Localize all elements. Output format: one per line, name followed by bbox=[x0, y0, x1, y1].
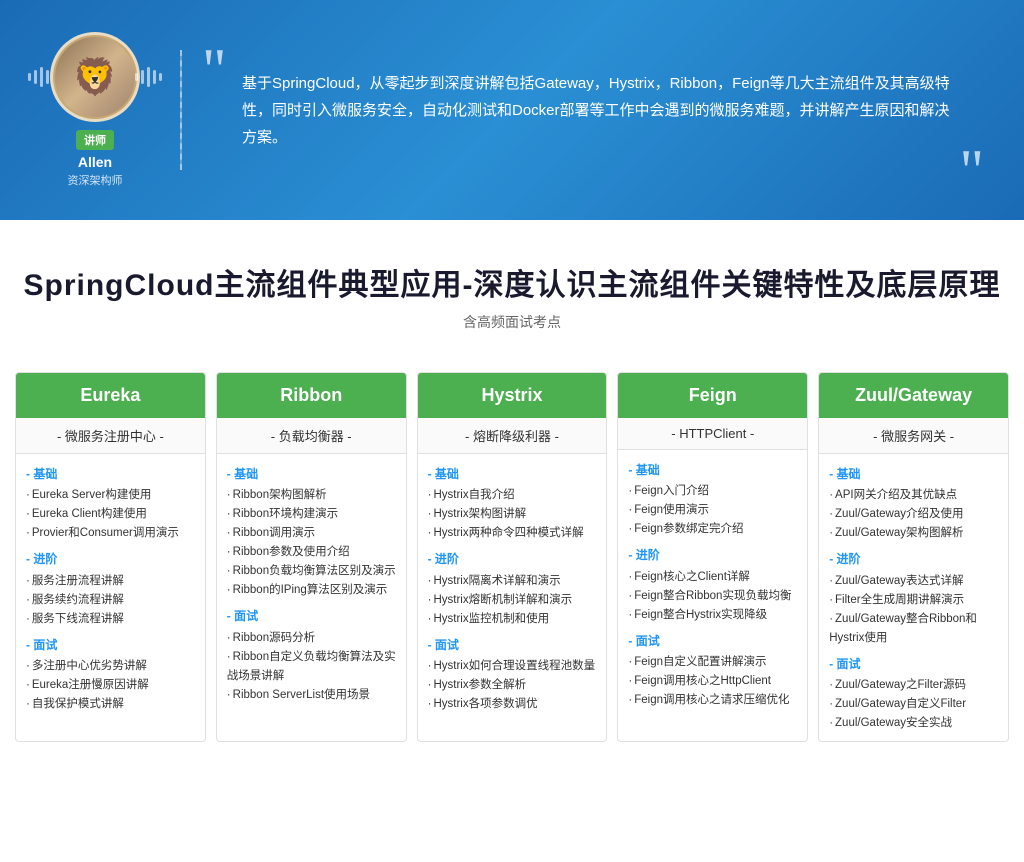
card-header-zuul/gateway: Zuul/Gateway bbox=[819, 373, 1008, 418]
section-label: - 基础 bbox=[428, 464, 597, 484]
section-label: - 基础 bbox=[26, 464, 195, 484]
component-card-hystrix: Hystrix- 熔断降级利器 - - 基础 Hystrix自我介绍Hystrix架… bbox=[417, 372, 608, 742]
section-label: - 基础 bbox=[227, 464, 396, 484]
list-item: Eureka注册慢原因讲解 bbox=[26, 676, 195, 695]
section-label: - 进阶 bbox=[628, 545, 797, 565]
list-item: Hystrix各项参数调优 bbox=[428, 695, 597, 714]
list-item: Feign使用演示 bbox=[628, 501, 797, 520]
section-label: - 面试 bbox=[26, 635, 195, 655]
card-header-hystrix: Hystrix bbox=[418, 373, 607, 418]
avatar-image: 🦁 bbox=[55, 37, 135, 117]
list-item: Ribbon ServerList使用场景 bbox=[227, 686, 396, 705]
component-card-feign: Feign- HTTPClient - - 基础 Feign入门介绍Feign使用演… bbox=[617, 372, 808, 742]
section-label: - 进阶 bbox=[428, 549, 597, 569]
list-item: 多注册中心优劣势讲解 bbox=[26, 657, 195, 676]
section-label: - 进阶 bbox=[26, 549, 195, 569]
list-item: Zuul/Gateway架构图解析 bbox=[829, 524, 998, 543]
quote-section: " 基于SpringCloud，从零起步到深度讲解包括Gateway，Hystr… bbox=[212, 50, 984, 171]
quote-open-icon: " bbox=[202, 40, 227, 100]
list-item: Zuul/Gateway介绍及使用 bbox=[829, 505, 998, 524]
list-item: API网关介绍及其优缺点 bbox=[829, 486, 998, 505]
list-item: Feign核心之Client详解 bbox=[628, 568, 797, 587]
divider bbox=[180, 50, 182, 170]
list-item: 服务下线流程讲解 bbox=[26, 610, 195, 629]
list-item: Ribbon源码分析 bbox=[227, 629, 396, 648]
list-item: Hystrix架构图讲解 bbox=[428, 505, 597, 524]
course-title-section: SpringCloud主流组件典型应用-深度认识主流组件关键特性及底层原理 含高… bbox=[0, 220, 1024, 352]
card-body: - 基础 Hystrix自我介绍Hystrix架构图讲解Hystrix两种命令四种… bbox=[418, 454, 607, 741]
list-item: Hystrix自我介绍 bbox=[428, 486, 597, 505]
hero-section: 🦁 讲师 Allen 资深架构师 " 基于SpringCloud，从零起步到深度… bbox=[0, 0, 1024, 220]
card-body: - 基础 Feign入门介绍Feign使用演示Feign参数绑定完介绍 - 进阶 Fe… bbox=[618, 450, 807, 741]
list-item: Zuul/Gateway自定义Filter bbox=[829, 695, 998, 714]
card-header-feign: Feign bbox=[618, 373, 807, 418]
list-item: Feign整合Ribbon实现负载均衡 bbox=[628, 587, 797, 606]
section-label: - 面试 bbox=[829, 654, 998, 674]
section-label: - 面试 bbox=[428, 635, 597, 655]
list-item: Provier和Consumer调用演示 bbox=[26, 524, 195, 543]
list-item: Zuul/Gateway安全实战 bbox=[829, 714, 998, 733]
card-subtitle: - 熔断降级利器 - bbox=[418, 418, 607, 454]
course-main-title: SpringCloud主流组件典型应用-深度认识主流组件关键特性及底层原理 bbox=[20, 260, 1004, 304]
card-body: - 基础API网关介绍及其优缺点Zuul/Gateway介绍及使用Zuul/Ga… bbox=[819, 454, 1008, 741]
list-item: 服务续约流程讲解 bbox=[26, 591, 195, 610]
component-card-zuul/gateway: Zuul/Gateway- 微服务网关 -- 基础API网关介绍及其优缺点Zuu… bbox=[818, 372, 1009, 742]
instructor-title: 资深架构师 bbox=[68, 172, 123, 188]
list-item: Feign整合Hystrix实现降级 bbox=[628, 606, 797, 625]
list-item: Ribbon架构图解析 bbox=[227, 486, 396, 505]
list-item: Ribbon调用演示 bbox=[227, 524, 396, 543]
list-item: Ribbon自定义负载均衡算法及实战场景讲解 bbox=[227, 648, 396, 686]
card-header-ribbon: Ribbon bbox=[217, 373, 406, 418]
components-grid: Eureka- 微服务注册中心 -- 基础Eureka Server构建使用Eu… bbox=[0, 352, 1024, 772]
quote-text: 基于SpringCloud，从零起步到深度讲解包括Gateway，Hystrix… bbox=[212, 50, 984, 171]
card-body: - 基础Ribbon架构图解析Ribbon环境构建演示Ribbon调用演示Rib… bbox=[217, 454, 406, 741]
list-item: Ribbon的IPing算法区别及演示 bbox=[227, 581, 396, 600]
sound-wave-right-icon bbox=[135, 67, 162, 87]
list-item: 自我保护模式讲解 bbox=[26, 695, 195, 714]
list-item: Filter全生成周期讲解演示 bbox=[829, 591, 998, 610]
list-item: Hystrix隔离术详解和演示 bbox=[428, 572, 597, 591]
list-item: Ribbon负载均衡算法区别及演示 bbox=[227, 562, 396, 581]
list-item: Ribbon参数及使用介绍 bbox=[227, 543, 396, 562]
list-item: Feign调用核心之HttpClient bbox=[628, 672, 797, 691]
instructor-badge: 讲师 bbox=[76, 130, 114, 150]
instructor-card: 🦁 讲师 Allen 资深架构师 bbox=[40, 32, 150, 188]
list-item: Feign参数绑定完介绍 bbox=[628, 520, 797, 539]
list-item: Hystrix参数全解析 bbox=[428, 676, 597, 695]
quote-close-icon: " bbox=[960, 141, 985, 201]
list-item: Feign调用核心之请求压缩优化 bbox=[628, 691, 797, 710]
list-item: Eureka Client构建使用 bbox=[26, 505, 195, 524]
component-card-ribbon: Ribbon- 负载均衡器 - - 基础 Ribbon架构图解析Ribbon环境构建… bbox=[216, 372, 407, 742]
list-item: Eureka Server构建使用 bbox=[26, 486, 195, 505]
card-subtitle: - 负载均衡器 - bbox=[217, 418, 406, 454]
card-body: - 基础 Eureka Server构建使用Eureka Client构建使用Pr… bbox=[16, 454, 205, 741]
list-item: 服务注册流程讲解 bbox=[26, 572, 195, 591]
section-label: - 进阶 bbox=[829, 549, 998, 569]
list-item: Zuul/Gateway整合Ribbon和Hystrix使用 bbox=[829, 610, 998, 648]
list-item: Zuul/Gateway表达式详解 bbox=[829, 572, 998, 591]
section-label: - 基础 bbox=[829, 464, 998, 484]
section-label: - 面试 bbox=[628, 631, 797, 651]
component-card-eureka: Eureka- 微服务注册中心 -- 基础Eureka Server构建使用Eu… bbox=[15, 372, 206, 742]
list-item: Hystrix两种命令四种模式详解 bbox=[428, 524, 597, 543]
card-header-eureka: Eureka bbox=[16, 373, 205, 418]
list-item: Hystrix如何合理设置线程池数量 bbox=[428, 657, 597, 676]
card-subtitle: - 微服务网关 - bbox=[819, 418, 1008, 454]
section-label: - 面试 bbox=[227, 606, 396, 626]
card-subtitle: - HTTPClient - bbox=[618, 418, 807, 450]
list-item: Ribbon环境构建演示 bbox=[227, 505, 396, 524]
section-label: - 基础 bbox=[628, 460, 797, 480]
list-item: Hystrix监控机制和使用 bbox=[428, 610, 597, 629]
course-sub-title: 含高频面试考点 bbox=[20, 312, 1004, 332]
card-subtitle: - 微服务注册中心 - bbox=[16, 418, 205, 454]
list-item: Hystrix熔断机制详解和演示 bbox=[428, 591, 597, 610]
list-item: Zuul/Gateway之Filter源码 bbox=[829, 676, 998, 695]
avatar: 🦁 bbox=[50, 32, 140, 122]
list-item: Feign自定义配置讲解演示 bbox=[628, 653, 797, 672]
list-item: Feign入门介绍 bbox=[628, 482, 797, 501]
instructor-name: Allen bbox=[78, 154, 112, 170]
